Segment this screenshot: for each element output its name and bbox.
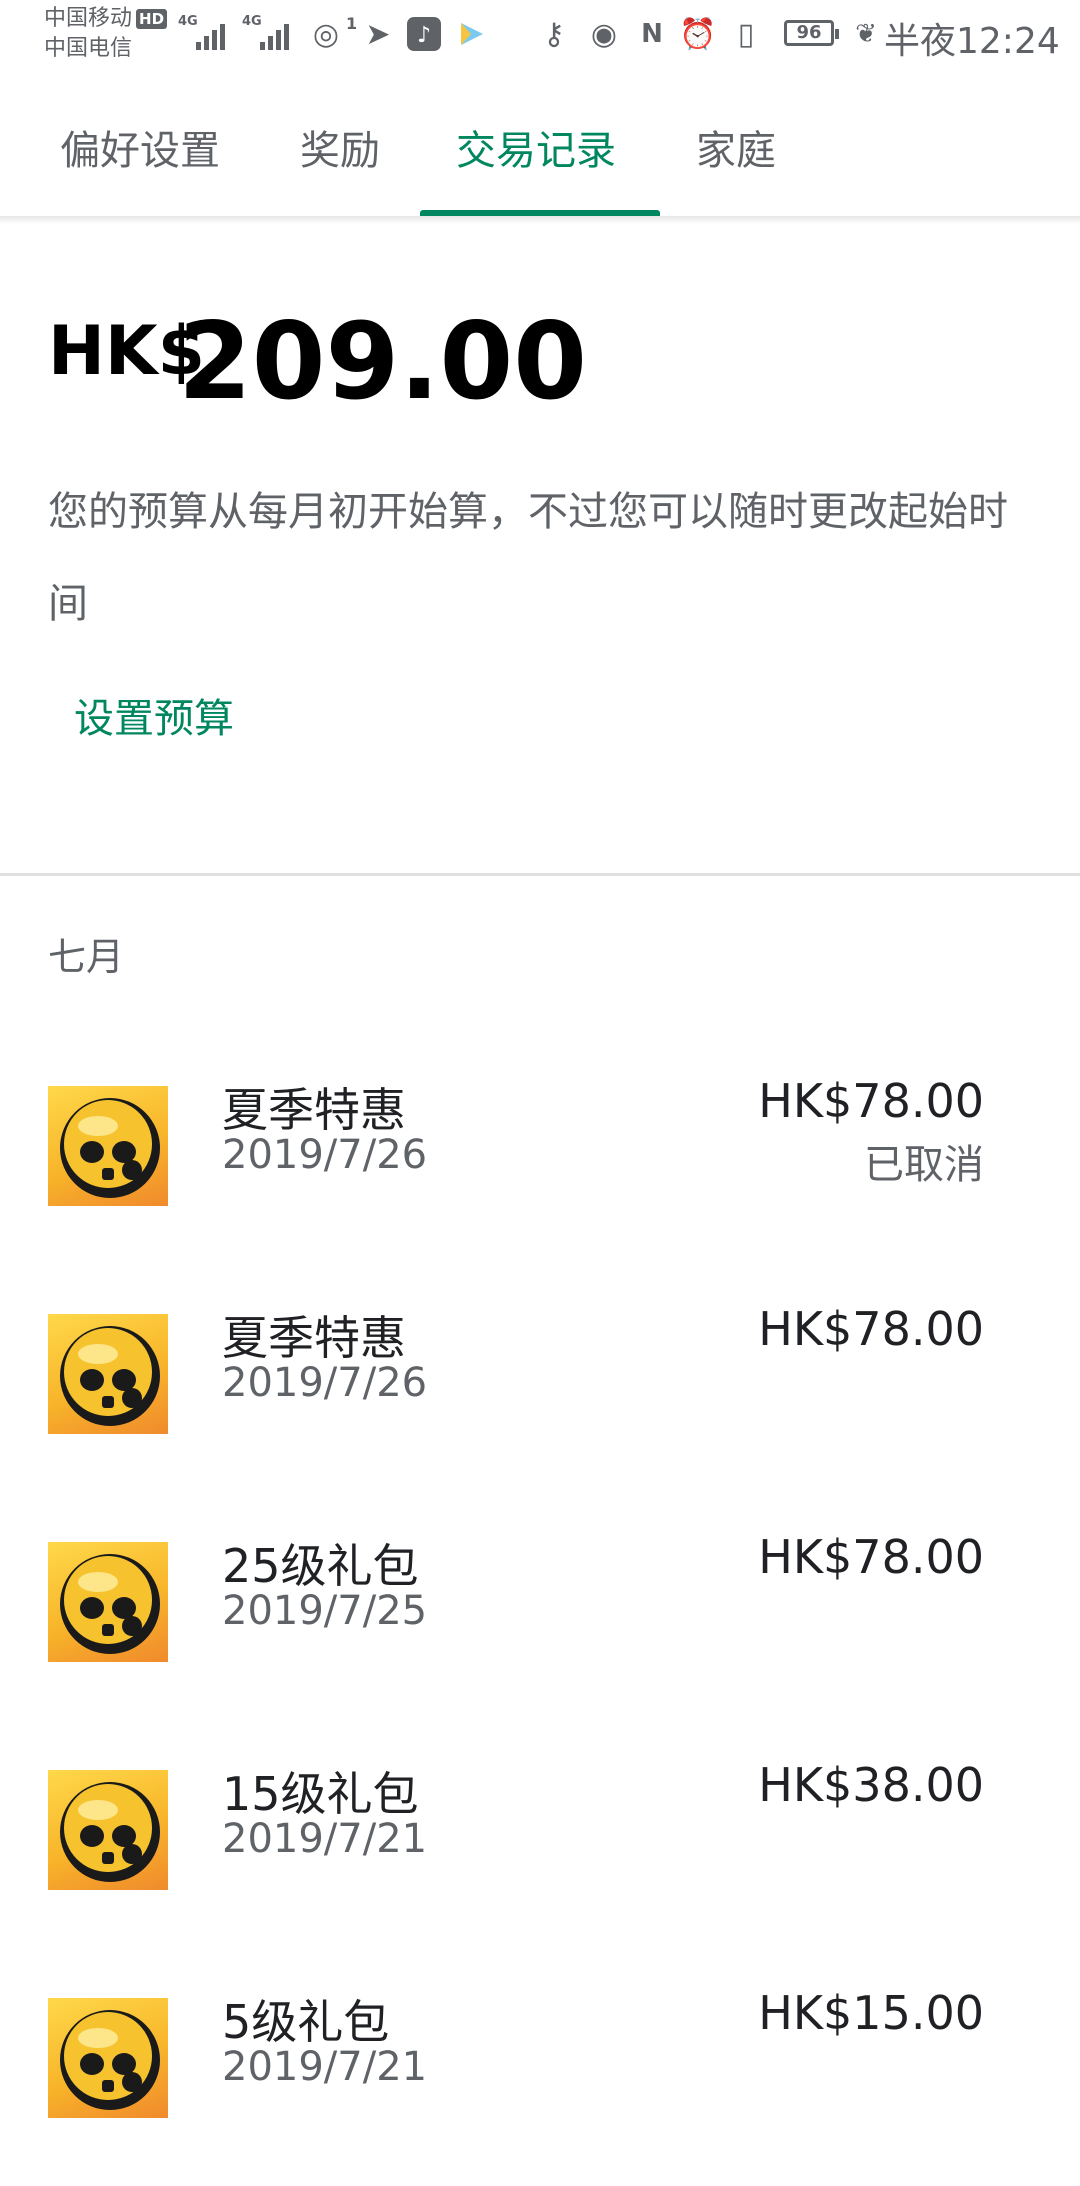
tab-transactions[interactable]: 交易记录 bbox=[456, 118, 616, 176]
transaction-price: HK$78.00 bbox=[758, 1302, 984, 1356]
brawl-stars-skull-icon bbox=[48, 1770, 168, 1890]
set-budget-button[interactable]: 设置预算 bbox=[74, 686, 234, 744]
network-type-1: 4G bbox=[178, 14, 198, 29]
eye-icon: ◉ bbox=[590, 16, 618, 52]
month-header: 七月 bbox=[48, 935, 125, 979]
carrier-1: 中国移动 bbox=[44, 6, 133, 31]
key-icon: ⚷ bbox=[543, 16, 565, 52]
transaction-title: 夏季特惠 bbox=[222, 1083, 406, 1137]
transaction-row[interactable]: 夏季特惠 2019/7/26 HK$78.00 已取消 bbox=[0, 1074, 1080, 1274]
brawl-stars-skull-icon bbox=[48, 1314, 168, 1434]
brawl-stars-skull-icon bbox=[48, 1998, 168, 2118]
transaction-price: HK$38.00 bbox=[758, 1758, 984, 1812]
carrier-info: 中国移动 HD 中国电信 bbox=[44, 4, 168, 64]
nfc-icon: N bbox=[641, 19, 663, 49]
tab-bar: 偏好设置 奖励 交易记录 家庭 bbox=[0, 100, 1080, 216]
transaction-title: 25级礼包 bbox=[222, 1539, 419, 1593]
leaf-icon: ❦ bbox=[855, 19, 877, 49]
hotspot-count: 1 bbox=[346, 14, 358, 33]
transaction-price: HK$15.00 bbox=[758, 1986, 984, 2040]
budget-value: 209.00 bbox=[178, 300, 588, 423]
vibrate-icon: ▯ bbox=[737, 16, 755, 52]
carrier-2: 中国电信 bbox=[44, 36, 133, 61]
signal-bars-2-icon bbox=[260, 16, 296, 50]
clock: 半夜12:24 bbox=[884, 21, 1060, 62]
transaction-row[interactable]: 15级礼包 2019/7/21 HK$38.00 bbox=[0, 1758, 1080, 1958]
tab-bar-shadow bbox=[0, 216, 1080, 224]
budget-description: 您的预算从每月初开始算，不过您可以随时更改起始时间 bbox=[48, 489, 1008, 627]
svg-text:♪: ♪ bbox=[417, 23, 431, 48]
brawl-stars-skull-icon bbox=[48, 1542, 168, 1662]
video-play-icon bbox=[450, 14, 490, 54]
transaction-row[interactable]: 夏季特惠 2019/7/26 HK$78.00 bbox=[0, 1302, 1080, 1502]
transaction-date: 2019/7/21 bbox=[222, 2044, 428, 2090]
transaction-date: 2019/7/26 bbox=[222, 1132, 428, 1178]
transaction-date: 2019/7/25 bbox=[222, 1588, 428, 1634]
network-type-2: 4G bbox=[242, 14, 262, 29]
transaction-price: HK$78.00 bbox=[758, 1074, 984, 1128]
tab-rewards[interactable]: 奖励 bbox=[300, 118, 380, 176]
transaction-title: 5级礼包 bbox=[222, 1995, 390, 2049]
status-bar: 中国移动 HD 中国电信 4G 4G ◎ 1 ➤ ♪ ⚷ ◉ N ⏰ ▯ 96 ❦… bbox=[0, 0, 1080, 70]
alarm-icon: ⏰ bbox=[679, 16, 717, 52]
signal-bars-1-icon bbox=[196, 16, 232, 50]
hotspot-icon: ◎ bbox=[312, 16, 340, 52]
transaction-price: HK$78.00 bbox=[758, 1530, 984, 1584]
hd-badge: HD bbox=[136, 9, 168, 29]
section-divider bbox=[0, 873, 1080, 876]
transaction-row[interactable]: 25级礼包 2019/7/25 HK$78.00 bbox=[0, 1530, 1080, 1730]
transaction-title: 15级礼包 bbox=[222, 1767, 419, 1821]
battery-indicator: 96 bbox=[784, 20, 839, 46]
transaction-status: 已取消 bbox=[864, 1142, 984, 1188]
tiktok-icon: ♪ bbox=[404, 14, 444, 54]
tab-preferences[interactable]: 偏好设置 bbox=[60, 118, 220, 176]
transaction-date: 2019/7/21 bbox=[222, 1816, 428, 1862]
brawl-stars-skull-icon bbox=[48, 1086, 168, 1206]
transaction-title: 夏季特惠 bbox=[222, 1311, 406, 1365]
transaction-date: 2019/7/26 bbox=[222, 1360, 428, 1406]
transaction-row[interactable]: 5级礼包 2019/7/21 HK$15.00 bbox=[0, 1986, 1080, 2186]
tab-family[interactable]: 家庭 bbox=[696, 118, 776, 176]
telegram-icon: ➤ bbox=[365, 16, 391, 52]
